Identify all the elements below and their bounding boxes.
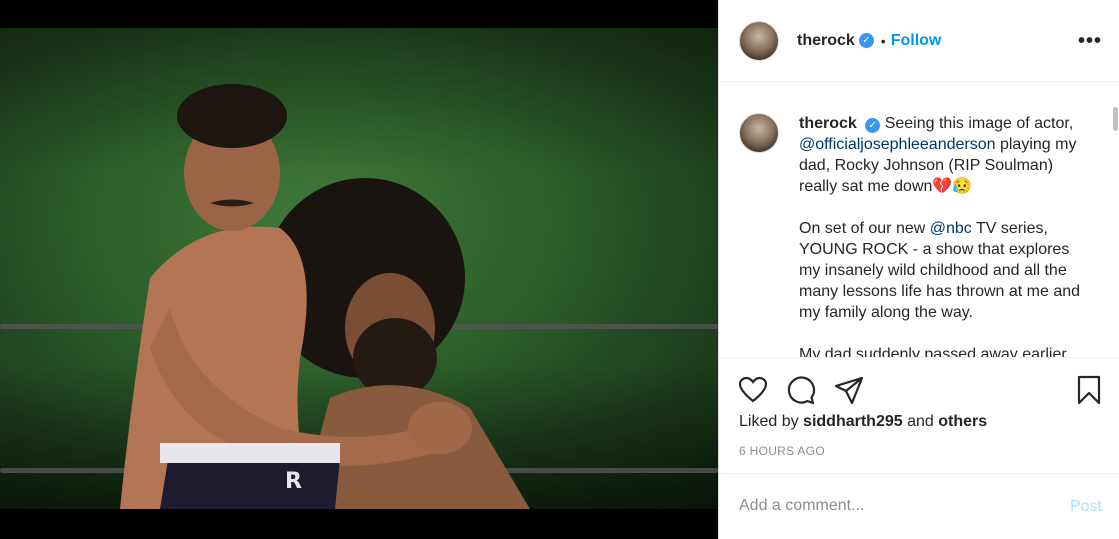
comment-icon[interactable] [785, 374, 817, 406]
bookmark-icon[interactable] [1073, 374, 1105, 406]
svg-text:R: R [285, 469, 302, 494]
separator-dot: • [880, 32, 886, 49]
comment-input[interactable] [739, 492, 1039, 520]
caption-text: therock ✓ Seeing this image of actor, @o… [799, 113, 1089, 358]
avatar[interactable] [739, 20, 779, 61]
likes-middle: and [902, 413, 939, 430]
liked-by-others-link[interactable]: others [938, 413, 987, 430]
verified-badge-icon: ✓ [858, 33, 874, 48]
para2-pre: On set of our new [799, 220, 930, 237]
post-sidebar: therock ✓ • Follow ••• therock ✓ Seeing … [718, 0, 1119, 539]
caption-avatar[interactable] [739, 113, 779, 153]
caption-paragraph-2: On set of our new @nbc TV series, YOUNG … [799, 218, 1089, 323]
caption-verified-badge-icon: ✓ [865, 118, 881, 133]
caption-row: therock ✓ Seeing this image of actor, @o… [739, 113, 1089, 358]
post-photo[interactable]: R [0, 28, 718, 509]
likes-summary: Liked by siddharth295 and others [739, 413, 987, 431]
mention-link-anderson[interactable]: @officialjosephleeanderson [799, 136, 996, 153]
username-link[interactable]: therock [797, 32, 855, 50]
caption-paragraph-3: My dad suddenly passed away earlier [799, 346, 1067, 358]
caption-username-link[interactable]: therock [799, 115, 857, 132]
share-icon[interactable] [833, 374, 865, 406]
mention-link-nbc[interactable]: @nbc [930, 220, 972, 237]
caption-section[interactable]: therock ✓ Seeing this image of actor, @o… [719, 83, 1119, 358]
comment-bar: Post [719, 473, 1119, 539]
likes-prefix: Liked by [739, 413, 804, 430]
caption-scrollbar[interactable] [1113, 107, 1118, 131]
liked-by-user-link[interactable]: siddharth295 [803, 413, 903, 430]
wrestlers-illustration: R [120, 84, 530, 509]
post-header: therock ✓ • Follow ••• [719, 0, 1119, 82]
instagram-post-modal: R therock ✓ • Follow ••• therock ✓ Seein… [0, 0, 1119, 539]
heart-icon[interactable] [737, 374, 769, 406]
follow-button[interactable]: Follow [891, 32, 942, 50]
action-bar [719, 358, 1119, 414]
post-timestamp[interactable]: 6 HOURS AGO [739, 444, 825, 458]
post-comment-button[interactable]: Post [1070, 498, 1102, 516]
more-options-icon[interactable]: ••• [1078, 30, 1102, 53]
caption-line-1: Seeing this image of actor, [884, 115, 1074, 132]
